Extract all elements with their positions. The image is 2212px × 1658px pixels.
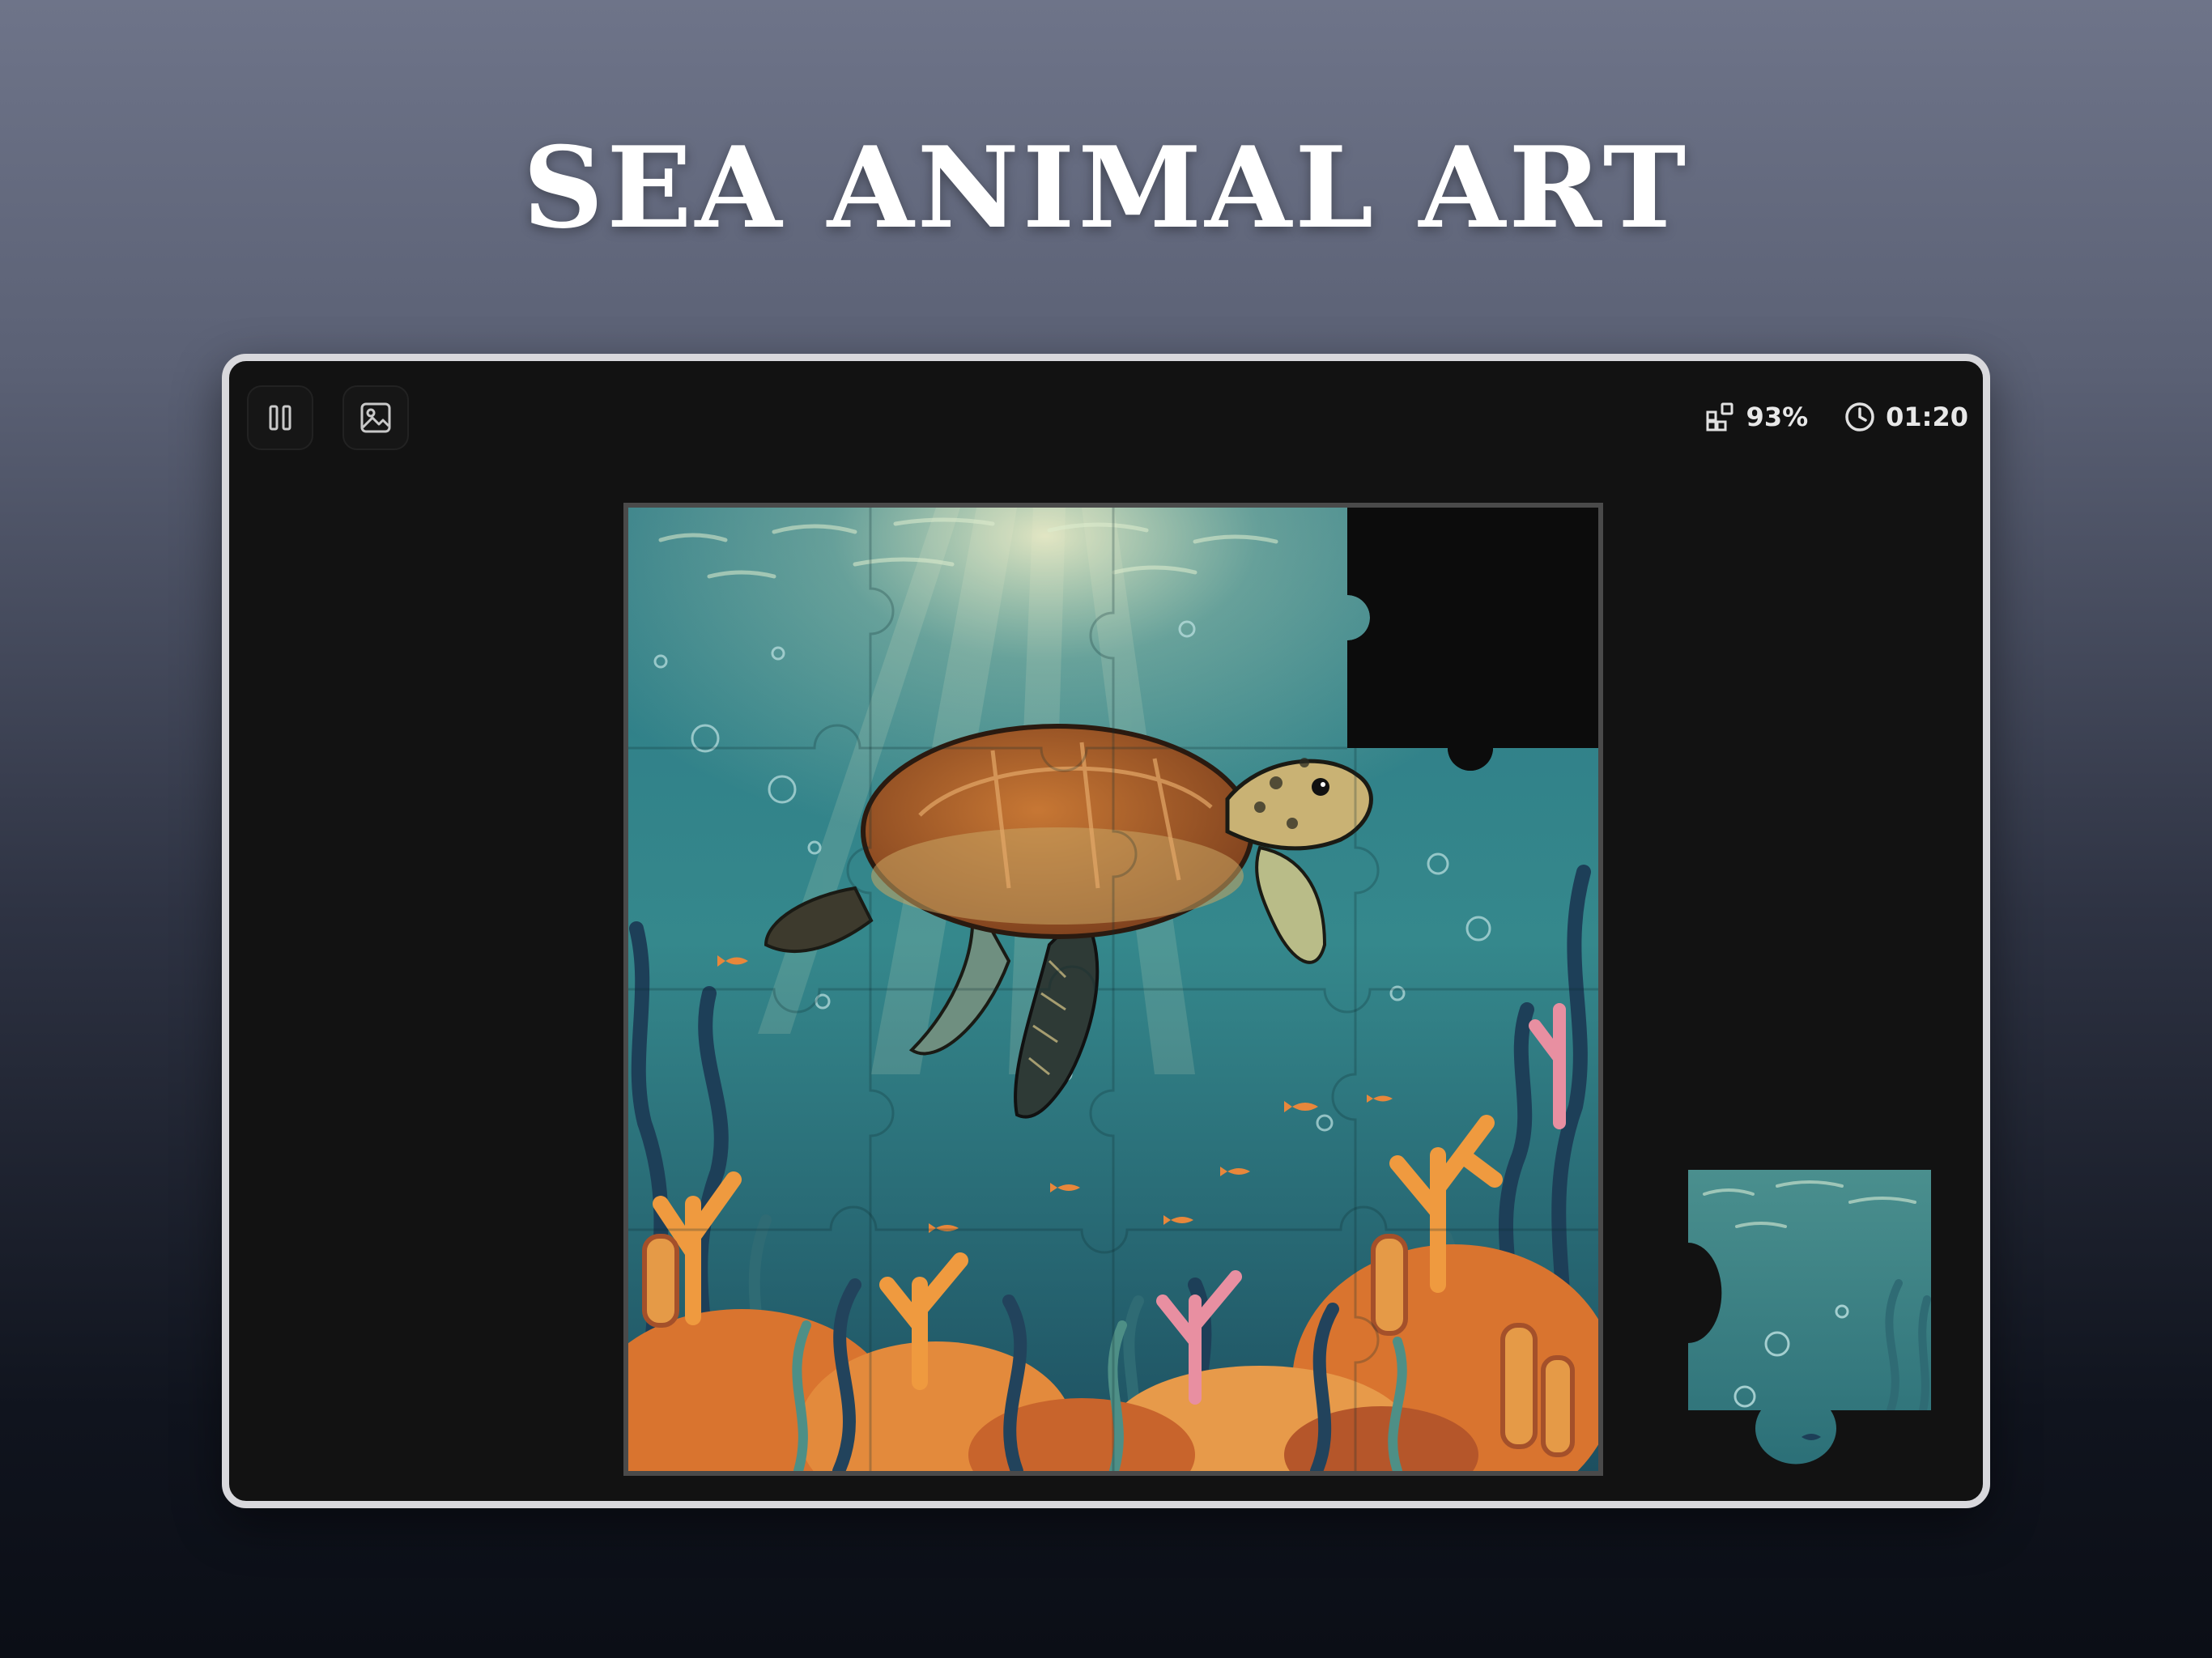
game-window: 93% 01:20 <box>222 354 1990 1508</box>
puzzle-board[interactable] <box>623 503 1603 1476</box>
puzzle-piece-image <box>1688 1170 1931 1465</box>
loose-puzzle-piece[interactable] <box>1688 1170 1931 1469</box>
progress-percent: 93% <box>1746 402 1809 432</box>
preview-image-button[interactable] <box>342 385 409 450</box>
status-bar: 93% 01:20 <box>1704 397 1968 437</box>
image-icon <box>360 402 391 433</box>
puzzle-image <box>628 508 1598 1471</box>
promo-title: SEA ANIMAL ART <box>522 121 1690 253</box>
pieces-icon <box>1706 402 1733 432</box>
clock-icon <box>1845 402 1874 432</box>
empty-slot <box>1347 508 1598 771</box>
pause-button[interactable] <box>247 385 313 450</box>
pause-icon <box>269 405 291 431</box>
timer: 01:20 <box>1886 402 1968 432</box>
